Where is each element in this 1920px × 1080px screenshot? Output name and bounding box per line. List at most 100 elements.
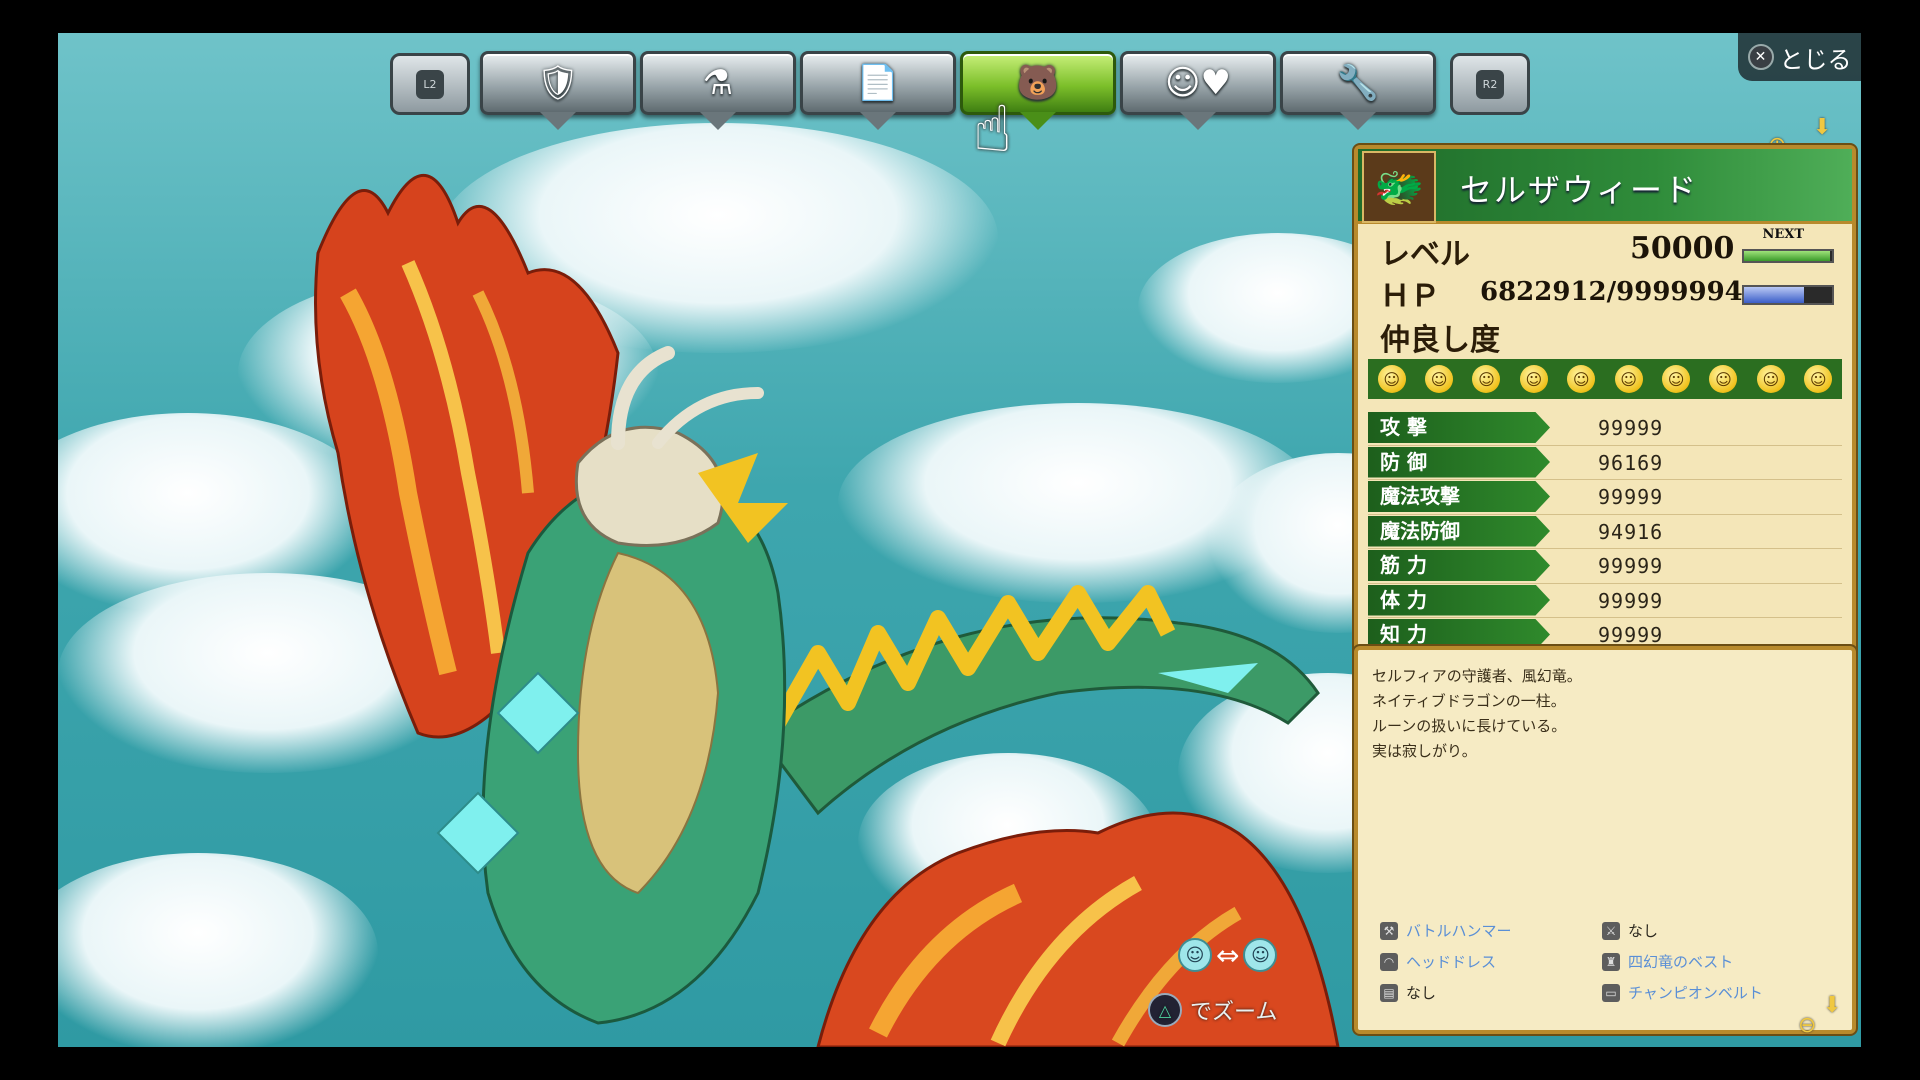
level-value: 50000 xyxy=(1630,231,1735,266)
affinity-row: 仲良し度 xyxy=(1368,315,1842,358)
param-label: 魔法防御 xyxy=(1368,515,1550,547)
hp-bar xyxy=(1742,285,1834,305)
description-line: ルーンの扱いに長けている。 xyxy=(1372,717,1567,735)
tab-equipment[interactable]: 🛡 xyxy=(480,51,636,130)
belt-slot-icon: ▭ xyxy=(1602,983,1620,1002)
party-faces-icon: 🐻 xyxy=(1016,63,1060,103)
level-label: レベル xyxy=(1380,237,1470,272)
equip-label: なし xyxy=(1406,984,1437,1002)
dragon-portrait-icon: 🐲 xyxy=(1362,151,1436,223)
affinity-smiley-icon: ☺ xyxy=(1662,365,1691,393)
scroll-down-arrow-icon: ⬇ xyxy=(1823,993,1842,1018)
wrench-icon: 🔧 xyxy=(1336,63,1380,103)
param-value: 99999 xyxy=(1598,588,1664,613)
tab-friendship[interactable]: ☺♥ xyxy=(1120,51,1276,130)
affinity-meter: ☺ ☺ ☺ ☺ ☺ ☺ ☺ ☺ ☺ ☺ xyxy=(1368,359,1842,399)
shield-slot-icon: ⚔ xyxy=(1602,921,1620,940)
smile-heart-icon: ☺♥ xyxy=(1165,63,1231,103)
affinity-smiley-icon: ☺ xyxy=(1614,365,1643,393)
game-viewport: L2 🛡 ⚗ 📄 🐻 ☺♥ 🔧 R2 ☝ ✕ とじる ⊕ ⬇ xyxy=(58,33,1861,1047)
document-icon: 📄 xyxy=(856,63,900,103)
description-line: 実は寂しがり。 xyxy=(1372,742,1477,760)
accessory-slot-icon: ▤ xyxy=(1380,983,1398,1002)
l2-label: L2 xyxy=(416,69,444,99)
description-line: ネイティブドラゴンの一柱。 xyxy=(1372,692,1566,710)
body-slot-icon: ♜ xyxy=(1602,952,1620,971)
param-label: 防 御 xyxy=(1368,446,1550,478)
affinity-smiley-icon: ☺ xyxy=(1567,365,1596,393)
hand-pointer-icon: ☝ xyxy=(973,93,1012,167)
equip-shield[interactable]: ⚔ なし xyxy=(1602,920,1658,941)
description-panel: セルフィアの守護者、風幻竜。 ネイティブドラゴンの一柱。 ルーンの扱いに長けてい… xyxy=(1354,646,1856,1034)
param-row: 魔法攻撃 99999 xyxy=(1368,480,1842,515)
head-slot-icon: ◠ xyxy=(1380,952,1398,971)
hp-value: 6822912/9999994 xyxy=(1480,277,1743,307)
param-row: 筋 力 99999 xyxy=(1368,549,1842,584)
equip-label: チャンピオンベルト xyxy=(1628,984,1763,1002)
level-row: レベル 50000 NEXT xyxy=(1368,227,1842,272)
next-exp-fill xyxy=(1744,251,1831,261)
close-button[interactable]: ✕ とじる xyxy=(1738,33,1861,81)
affinity-smiley-icon: ☺ xyxy=(1425,365,1454,393)
affinity-smiley-icon: ☺ xyxy=(1804,365,1833,393)
swap-indicator: ☺ ⇔ ☺ xyxy=(1178,938,1278,972)
affinity-smiley-icon: ☺ xyxy=(1377,365,1406,393)
l2-shoulder-button[interactable]: L2 xyxy=(390,53,470,115)
tab-items[interactable]: ⚗ xyxy=(640,51,796,130)
param-value: 99999 xyxy=(1598,623,1664,647)
affinity-label: 仲良し度 xyxy=(1380,323,1500,358)
r2-shoulder-button[interactable]: R2 xyxy=(1450,53,1530,115)
hp-label: ＨＰ xyxy=(1380,279,1440,314)
param-row: 体 力 99999 xyxy=(1368,584,1842,618)
equip-label: ヘッドドレス xyxy=(1406,953,1497,971)
close-label: とじる xyxy=(1779,45,1852,74)
param-value: 99999 xyxy=(1598,416,1664,440)
equip-body[interactable]: ♜ 四幻竜のベスト xyxy=(1602,951,1733,972)
equip-label: バトルハンマー xyxy=(1406,922,1512,940)
zoom-label: でズーム xyxy=(1190,1000,1278,1025)
param-value: 99999 xyxy=(1598,485,1664,509)
zoom-out-icon: ⊖ xyxy=(1798,1013,1817,1038)
equip-accessory[interactable]: ▤ なし xyxy=(1380,982,1436,1003)
equip-label: 四幻竜のベスト xyxy=(1628,953,1734,971)
description-line: セルフィアの守護者、風幻竜。 xyxy=(1372,667,1582,685)
param-value: 96169 xyxy=(1598,450,1664,475)
swap-arrows-icon: ⇔ xyxy=(1216,938,1240,972)
next-exp-bar xyxy=(1742,249,1834,263)
equip-head[interactable]: ◠ ヘッドドレス xyxy=(1380,951,1496,972)
scroll-down-arrow-icon: ⬇ xyxy=(1813,115,1832,140)
cross-button-icon: ✕ xyxy=(1747,44,1774,70)
affinity-smiley-icon: ☺ xyxy=(1709,365,1738,393)
param-value: 99999 xyxy=(1598,554,1664,578)
param-row: 魔法防御 94916 xyxy=(1368,515,1842,549)
character-name-bar: 🐲 セルザウィード xyxy=(1358,149,1852,224)
param-row: 防 御 96169 xyxy=(1368,446,1842,480)
equip-belt[interactable]: ▭ チャンピオンベルト xyxy=(1602,982,1763,1003)
smiley-icon: ☺ xyxy=(1243,938,1278,972)
r2-label: R2 xyxy=(1475,69,1505,99)
param-value: 94916 xyxy=(1598,519,1664,544)
flask-hammer-icon: ⚗ xyxy=(702,63,734,103)
equip-label: なし xyxy=(1628,922,1659,940)
tab-settings[interactable]: 🔧 xyxy=(1280,51,1436,130)
param-row: 攻 撃 99999 xyxy=(1368,411,1842,446)
smiley-icon: ☺ xyxy=(1178,938,1212,972)
zoom-prompt: △ でズーム xyxy=(1148,993,1277,1027)
equip-weapon[interactable]: ⚒ バトルハンマー xyxy=(1380,920,1511,941)
tab-notes[interactable]: 📄 xyxy=(800,51,956,130)
affinity-smiley-icon: ☺ xyxy=(1519,365,1548,393)
param-label: 体 力 xyxy=(1368,584,1550,616)
weapon-slot-icon: ⚒ xyxy=(1380,921,1398,940)
affinity-smiley-icon: ☺ xyxy=(1756,365,1785,393)
sword-shield-icon: 🛡 xyxy=(536,63,580,103)
character-status-panel: 🐲 セルザウィード レベル 50000 NEXT ＨＰ 6822912/9999… xyxy=(1354,145,1856,673)
parameter-table: 攻 撃 99999 防 御 96169 魔法攻撃 99999 魔法防御 94916 筋 … xyxy=(1368,411,1842,653)
param-label: 魔法攻撃 xyxy=(1368,481,1550,512)
next-label: NEXT xyxy=(1762,227,1804,242)
hp-row: ＨＰ 6822912/9999994 xyxy=(1368,271,1842,314)
hp-fill xyxy=(1744,287,1804,303)
param-label: 筋 力 xyxy=(1368,550,1550,581)
triangle-button-icon: △ xyxy=(1148,993,1182,1027)
description-text: セルフィアの守護者、風幻竜。 ネイティブドラゴンの一柱。 ルーンの扱いに長けてい… xyxy=(1372,664,1582,764)
character-name: セルザウィード xyxy=(1460,171,1699,209)
